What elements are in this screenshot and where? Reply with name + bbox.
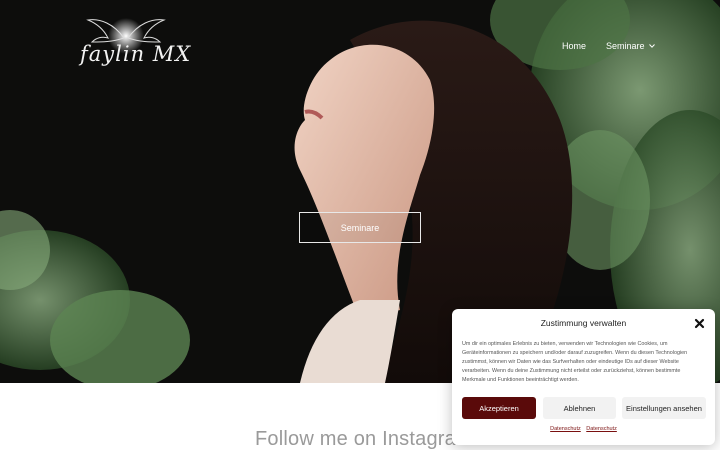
cookie-title: Zustimmung verwalten <box>540 318 627 328</box>
nav-item-label: Home <box>562 41 587 51</box>
cookie-description: Um dir ein optimales Erlebnis zu bieten,… <box>462 341 688 383</box>
privacy-link[interactable]: Datenschutz <box>586 426 617 432</box>
accept-button[interactable]: Akzeptieren <box>462 397 536 419</box>
cookie-links: Datenschutz Datenschutz <box>452 426 715 432</box>
close-icon[interactable] <box>694 318 705 329</box>
main-navigation: Home Seminare <box>562 41 655 51</box>
cookie-consent-dialog: Zustimmung verwalten Um dir ein optimale… <box>452 309 715 445</box>
hero-seminare-button[interactable]: Seminare <box>299 212 421 243</box>
deny-button[interactable]: Ablehnen <box>543 397 616 419</box>
nav-item-label: Seminare <box>606 41 645 51</box>
site-logo[interactable]: faylin MX <box>78 14 192 78</box>
logo-text: faylin MX <box>80 42 192 66</box>
privacy-link[interactable]: Datenschutz <box>550 426 581 432</box>
nav-item-home[interactable]: Home <box>562 41 586 51</box>
instagram-heading: Follow me on Instagram <box>255 428 473 450</box>
view-settings-button[interactable]: Einstellungen ansehen <box>622 397 706 419</box>
chevron-down-icon <box>648 44 655 48</box>
nav-item-seminare[interactable]: Seminare <box>606 41 655 51</box>
